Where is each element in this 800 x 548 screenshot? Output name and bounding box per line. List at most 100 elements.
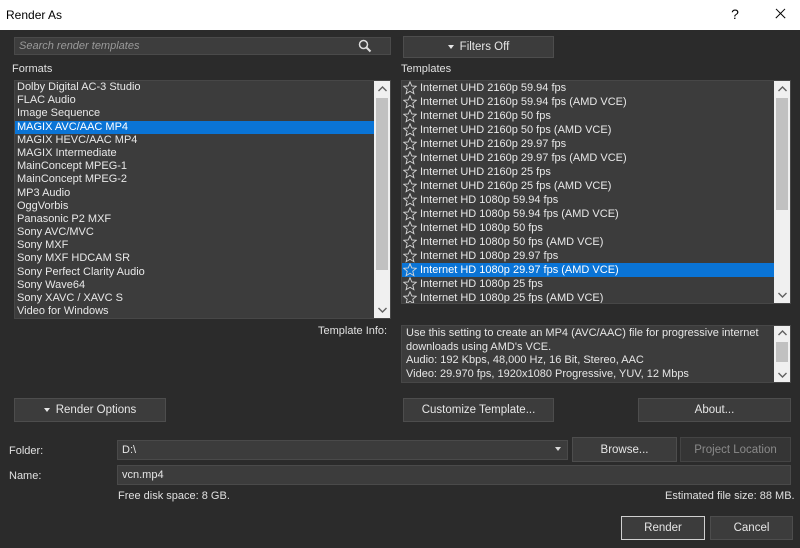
- scroll-down-icon[interactable]: [774, 368, 790, 382]
- render-options-button[interactable]: Render Options: [14, 398, 166, 422]
- render-options-label: Render Options: [55, 404, 137, 416]
- format-list-item[interactable]: MainConcept MPEG-2: [15, 173, 374, 186]
- template-list-item[interactable]: Internet HD 1080p 25 fps (AMD VCE): [402, 290, 774, 304]
- cancel-button[interactable]: Cancel: [710, 516, 793, 540]
- favorite-star-icon[interactable]: [402, 94, 418, 109]
- template-label: Internet UHD 2160p 29.97 fps (AMD VCE): [420, 152, 627, 164]
- format-list-item[interactable]: Dolby Digital AC-3 Studio: [15, 81, 374, 94]
- favorite-star-icon[interactable]: [402, 81, 418, 95]
- template-list-item[interactable]: Internet HD 1080p 50 fps: [402, 220, 774, 235]
- favorite-star-icon[interactable]: [402, 248, 418, 263]
- template-list-item[interactable]: Internet UHD 2160p 50 fps (AMD VCE): [402, 122, 774, 137]
- render-button[interactable]: Render: [621, 516, 705, 540]
- favorite-star-icon[interactable]: [402, 262, 418, 277]
- template-list-item[interactable]: Internet UHD 2160p 29.97 fps: [402, 136, 774, 151]
- scroll-down-icon[interactable]: [374, 302, 390, 318]
- template-label: Internet HD 1080p 59.94 fps (AMD VCE): [420, 208, 619, 220]
- search-icon[interactable]: [358, 39, 372, 53]
- favorite-star-icon[interactable]: [402, 192, 418, 207]
- template-label: Internet HD 1080p 25 fps (AMD VCE): [420, 292, 604, 304]
- format-list-item[interactable]: Image Sequence: [15, 107, 374, 120]
- help-button[interactable]: ?: [728, 4, 742, 24]
- formats-scroll-thumb[interactable]: [376, 98, 388, 270]
- favorite-star-icon[interactable]: [402, 122, 418, 137]
- format-list-item[interactable]: Video for Windows: [15, 305, 374, 318]
- chevron-down-icon: [43, 408, 50, 412]
- filters-button[interactable]: Filters Off: [403, 36, 554, 58]
- favorite-star-icon[interactable]: [402, 290, 418, 303]
- formats-heading: Formats: [12, 63, 53, 75]
- template-list-item[interactable]: Internet UHD 2160p 25 fps (AMD VCE): [402, 178, 774, 193]
- template-label: Internet UHD 2160p 29.97 fps: [420, 138, 567, 150]
- browse-button[interactable]: Browse...: [572, 437, 677, 462]
- folder-value: D:\: [122, 444, 137, 456]
- scroll-up-icon[interactable]: [374, 81, 390, 97]
- scroll-up-icon[interactable]: [774, 326, 790, 340]
- favorite-star-icon[interactable]: [402, 234, 418, 249]
- formats-list[interactable]: Dolby Digital AC-3 Studio FLAC Audio Image…: [14, 80, 391, 319]
- format-list-item[interactable]: MP3 Audio: [15, 187, 374, 200]
- templates-scrollbar[interactable]: [774, 81, 790, 303]
- format-list-item[interactable]: MainConcept MPEG-1: [15, 160, 374, 173]
- template-label: Internet UHD 2160p 59.94 fps (AMD VCE): [420, 96, 627, 108]
- template-list-item[interactable]: Internet HD 1080p 50 fps (AMD VCE): [402, 234, 774, 249]
- templates-heading: Templates: [401, 63, 452, 75]
- favorite-star-icon[interactable]: [402, 220, 418, 235]
- format-list-item[interactable]: Sony MXF HDCAM SR: [15, 252, 374, 265]
- scroll-up-icon[interactable]: [774, 81, 790, 97]
- favorite-star-icon[interactable]: [402, 178, 418, 193]
- folder-select[interactable]: D:\: [117, 440, 568, 460]
- format-list-item[interactable]: Panasonic P2 MXF: [15, 213, 374, 226]
- title-bar: [0, 0, 800, 30]
- format-list-item[interactable]: FLAC Audio: [15, 94, 374, 107]
- template-list-item[interactable]: Internet HD 1080p 29.97 fps (AMD VCE): [402, 262, 774, 277]
- folder-label: Folder:: [9, 445, 44, 457]
- template-label: Internet HD 1080p 29.97 fps: [420, 250, 559, 262]
- format-list-item[interactable]: Sony AVC/MVC: [15, 226, 374, 239]
- format-list-item[interactable]: OggVorbis: [15, 200, 374, 213]
- favorite-star-icon[interactable]: [402, 206, 418, 221]
- templates-list[interactable]: Internet UHD 2160p 59.94 fps Internet UHD…: [401, 80, 791, 304]
- favorite-star-icon[interactable]: [402, 276, 418, 291]
- close-icon[interactable]: [770, 4, 790, 24]
- format-list-item[interactable]: MAGIX Intermediate: [15, 147, 374, 160]
- format-list-item[interactable]: Sony Wave64: [15, 279, 374, 292]
- template-list-item[interactable]: Internet UHD 2160p 59.94 fps: [402, 81, 774, 95]
- format-list-item[interactable]: Sony MXF: [15, 239, 374, 252]
- format-list-item[interactable]: MAGIX HEVC/AAC MP4: [15, 134, 374, 147]
- about-button[interactable]: About...: [638, 398, 791, 422]
- template-list-item[interactable]: Internet UHD 2160p 29.97 fps (AMD VCE): [402, 150, 774, 165]
- filters-label: Filters Off: [459, 41, 510, 53]
- search-input[interactable]: [15, 38, 355, 54]
- format-list-item[interactable]: Sony Perfect Clarity Audio: [15, 266, 374, 279]
- format-list-item[interactable]: Wave (Microsoft): [15, 318, 374, 319]
- templates-scroll-thumb[interactable]: [776, 98, 788, 210]
- format-list-item[interactable]: Sony XAVC / XAVC S: [15, 292, 374, 305]
- template-info-line: Audio: 192 Kbps, 48,000 Hz, 16 Bit, Ster…: [406, 354, 644, 366]
- name-input[interactable]: vcn.mp4: [117, 465, 791, 485]
- template-list-item[interactable]: Internet UHD 2160p 50 fps: [402, 108, 774, 123]
- favorite-star-icon[interactable]: [402, 108, 418, 123]
- project-location-button[interactable]: Project Location: [680, 437, 791, 462]
- format-list-item[interactable]: MAGIX AVC/AAC MP4: [15, 120, 374, 134]
- template-list-item[interactable]: Internet HD 1080p 59.94 fps: [402, 192, 774, 207]
- template-info-scroll-thumb[interactable]: [776, 342, 788, 362]
- formats-scrollbar[interactable]: [374, 81, 390, 318]
- template-list-item[interactable]: Internet HD 1080p 25 fps: [402, 276, 774, 291]
- template-list-item[interactable]: Internet HD 1080p 29.97 fps: [402, 248, 774, 263]
- scroll-down-icon[interactable]: [774, 287, 790, 303]
- chevron-down-icon[interactable]: [555, 447, 561, 451]
- favorite-star-icon[interactable]: [402, 164, 418, 179]
- template-list-item[interactable]: Internet UHD 2160p 25 fps: [402, 164, 774, 179]
- template-info-scrollbar[interactable]: [774, 326, 790, 382]
- name-value: vcn.mp4: [122, 469, 164, 481]
- template-label: Internet HD 1080p 59.94 fps: [420, 194, 559, 206]
- customize-template-button[interactable]: Customize Template...: [403, 398, 554, 422]
- template-list-item[interactable]: Internet UHD 2160p 59.94 fps (AMD VCE): [402, 94, 774, 109]
- favorite-star-icon[interactable]: [402, 136, 418, 151]
- favorite-star-icon[interactable]: [402, 150, 418, 165]
- template-info-line: Use this setting to create an MP4 (AVC/A…: [406, 327, 759, 339]
- template-list-item[interactable]: Internet HD 1080p 59.94 fps (AMD VCE): [402, 206, 774, 221]
- template-label: Internet UHD 2160p 25 fps: [420, 166, 551, 178]
- template-info-line: downloads using AMD's VCE.: [406, 340, 552, 353]
